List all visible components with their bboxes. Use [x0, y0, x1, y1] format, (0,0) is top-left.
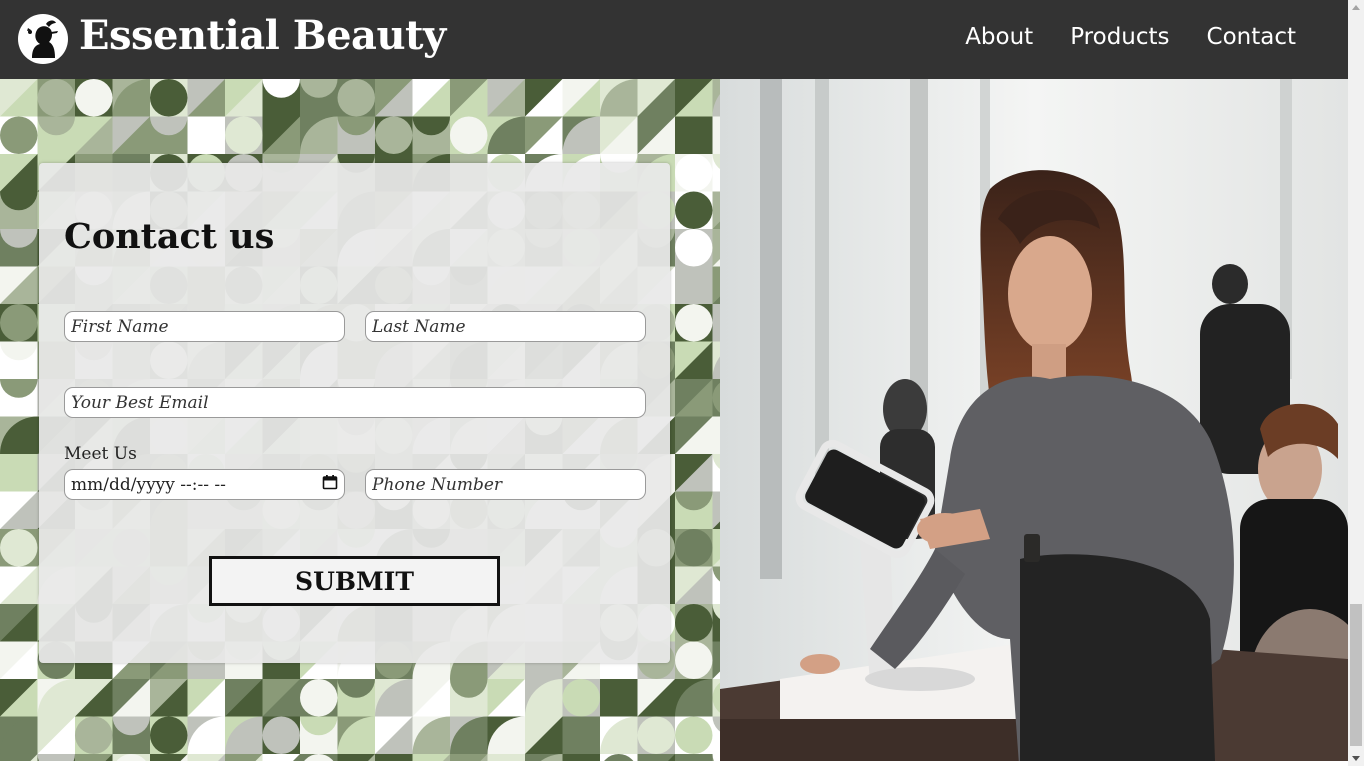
email-input[interactable] [64, 387, 646, 418]
submit-button[interactable]: SUBMIT [209, 556, 500, 606]
last-name-input[interactable] [365, 311, 646, 342]
phone-number-input[interactable] [365, 469, 646, 500]
page-bottom-edge [0, 761, 1348, 766]
datetime-value: mm/dd/yyyy --:-- -- [71, 474, 226, 495]
brand-title[interactable]: Essential Beauty [79, 12, 446, 59]
navbar: Essential Beauty About Products Contact [0, 0, 1348, 79]
meeting-datetime-input[interactable]: mm/dd/yyyy --:-- -- [64, 469, 345, 500]
meet-us-label: Meet Us [64, 444, 137, 464]
scroll-up-arrow-icon[interactable] [1352, 5, 1360, 10]
nav-link-about[interactable]: About [965, 24, 1033, 50]
nav-link-contact[interactable]: Contact [1207, 24, 1296, 50]
salon-photo [720, 79, 1348, 761]
logo-woman-silhouette-icon[interactable] [18, 14, 68, 64]
first-name-input[interactable] [64, 311, 345, 342]
calendar-icon[interactable] [322, 474, 338, 495]
contact-form-title: Contact us [64, 216, 275, 257]
contact-form-card: Contact us Meet Us mm/dd/yyyy --:-- -- S… [39, 163, 670, 663]
nav-links: About Products Contact [928, 24, 1296, 50]
scroll-down-arrow-icon[interactable] [1352, 756, 1360, 761]
scrollbar-thumb[interactable] [1350, 604, 1362, 746]
scrollbar[interactable] [1348, 0, 1364, 766]
nav-link-products[interactable]: Products [1070, 24, 1169, 50]
